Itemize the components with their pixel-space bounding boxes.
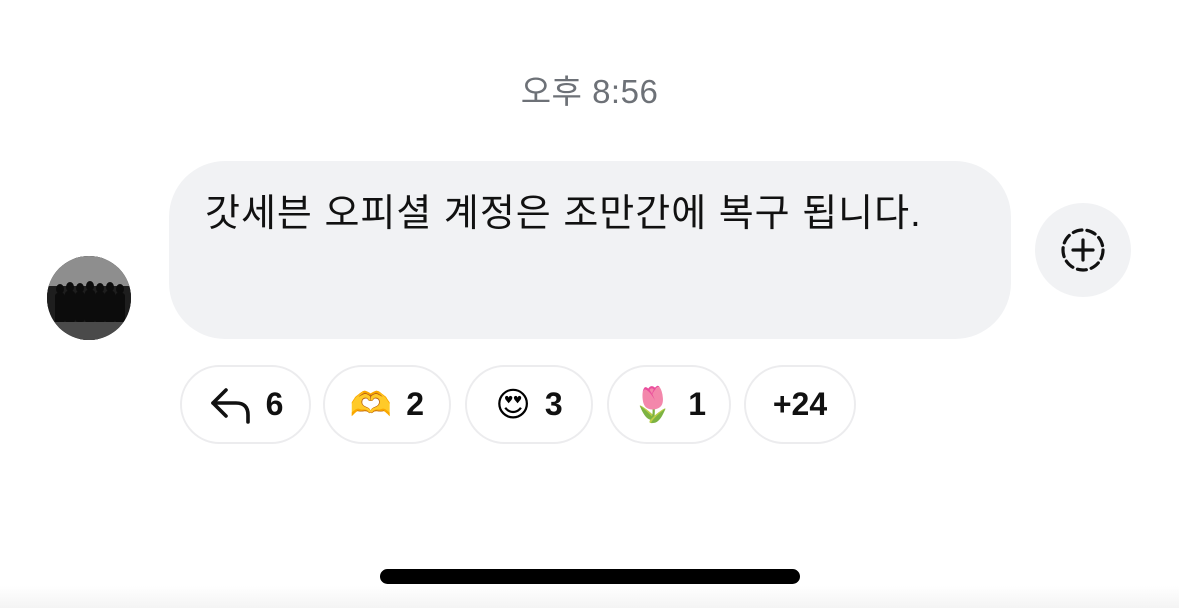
reply-count: 6 [265, 386, 284, 422]
reaction-count: 1 [688, 386, 707, 422]
reply-chip[interactable]: 6 [180, 365, 311, 444]
add-reaction-icon [1061, 228, 1105, 272]
bottom-bar [0, 586, 1179, 608]
sender-avatar[interactable] [47, 256, 131, 340]
reaction-chip-heart-hands[interactable]: 🫶 2 [323, 365, 451, 444]
home-indicator[interactable] [380, 569, 800, 584]
heart-hands-emoji: 🫶 [349, 385, 393, 424]
more-reactions-chip[interactable]: +24 [744, 365, 856, 444]
reaction-count: 2 [406, 386, 425, 422]
message-bubble[interactable]: 갓세븐 오피셜 계정은 조만간에 복구 됩니다. [169, 161, 1011, 339]
reaction-chip-tulip[interactable]: 🌷 1 [607, 365, 731, 444]
message-timestamp: 오후 8:56 [520, 73, 659, 110]
add-reaction-button[interactable] [1035, 203, 1131, 297]
group-photo-image [47, 256, 131, 340]
reply-arrow-icon [210, 387, 250, 424]
heart-eyes-emoji: 😍 [495, 385, 531, 424]
reaction-count: 3 [544, 386, 563, 422]
message-text: 갓세븐 오피셜 계정은 조만간에 복구 됩니다. [205, 193, 922, 235]
reaction-chip-heart-eyes[interactable]: 😍 3 [465, 365, 593, 444]
tulip-emoji: 🌷 [631, 385, 675, 424]
more-reactions-count: +24 [772, 386, 828, 422]
